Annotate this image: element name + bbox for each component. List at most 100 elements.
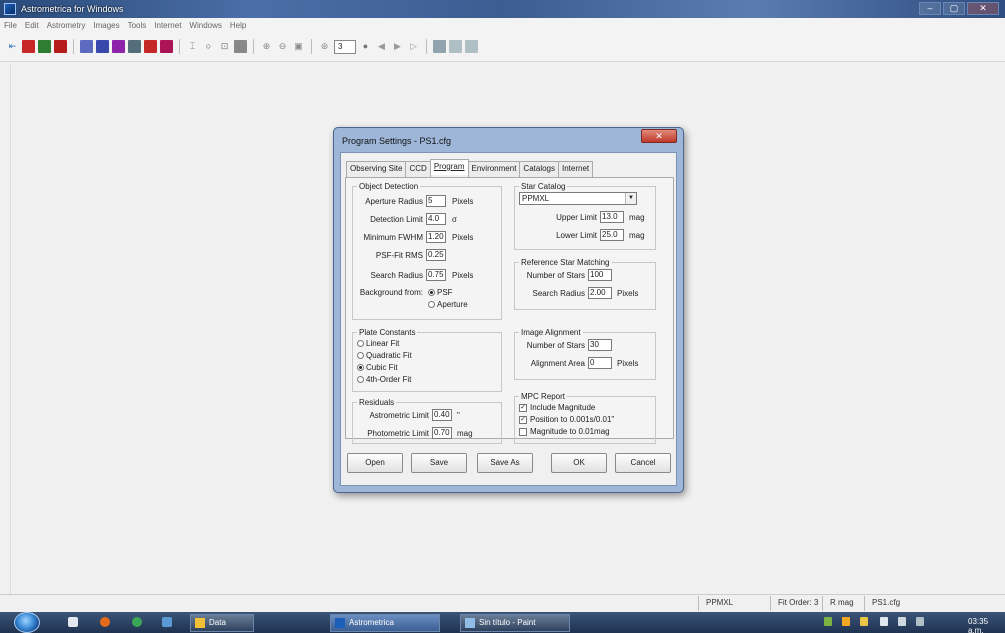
detection-limit-input[interactable]: 4.0 bbox=[426, 213, 446, 225]
maximize-button[interactable]: ▢ bbox=[943, 2, 965, 15]
load-images-icon[interactable] bbox=[22, 40, 35, 53]
menu-astrometry[interactable]: Astrometry bbox=[47, 21, 86, 30]
arrange-icon[interactable] bbox=[465, 40, 478, 53]
volume-icon[interactable] bbox=[916, 617, 924, 626]
cursor-icon[interactable]: ⌶ bbox=[186, 40, 199, 53]
upper-limit-unit: mag bbox=[629, 213, 645, 222]
tab-internet[interactable]: Internet bbox=[558, 161, 594, 177]
menu-help[interactable]: Help bbox=[230, 21, 246, 30]
radio-indicator bbox=[357, 352, 364, 359]
astrometric-limit-input[interactable]: 0.40 bbox=[432, 409, 452, 421]
search-radius-unit: Pixels bbox=[452, 271, 474, 280]
alignment-number-of-stars-label: Number of Stars bbox=[526, 341, 585, 350]
menu-file[interactable]: File bbox=[4, 21, 17, 30]
explorer-icon[interactable] bbox=[68, 617, 78, 627]
search-radius-input[interactable]: 0.75 bbox=[426, 269, 446, 281]
menu-images[interactable]: Images bbox=[93, 21, 119, 30]
reference-search-radius-input[interactable]: 2.00 bbox=[588, 287, 612, 299]
tile-icon[interactable] bbox=[433, 40, 446, 53]
stack-icon[interactable]: ⊛ bbox=[318, 40, 331, 53]
task-data[interactable]: Data bbox=[190, 614, 254, 632]
save-as-button[interactable]: Save As bbox=[477, 453, 533, 473]
zoom-in-icon[interactable]: ⊕ bbox=[260, 40, 273, 53]
ruler-icon[interactable]: ⊡ bbox=[218, 40, 231, 53]
tray-paint-icon[interactable] bbox=[842, 617, 850, 626]
window-icon[interactable] bbox=[80, 40, 93, 53]
fit-icon[interactable]: ▣ bbox=[292, 40, 305, 53]
cancel-button[interactable]: Cancel bbox=[615, 453, 671, 473]
minimize-button[interactable]: – bbox=[919, 2, 941, 15]
chrome-icon[interactable] bbox=[132, 617, 142, 627]
stars-icon[interactable] bbox=[144, 40, 157, 53]
checkbox-empty bbox=[519, 427, 527, 436]
status-config: PS1.cfg bbox=[872, 598, 901, 607]
task-paint[interactable]: Sin título - Paint bbox=[460, 614, 570, 632]
tab-environment[interactable]: Environment bbox=[467, 161, 521, 177]
status-fit-order: Fit Order: 3 bbox=[778, 598, 819, 607]
menu-edit[interactable]: Edit bbox=[25, 21, 39, 30]
star-catalog-select[interactable]: PPMXL ▼ bbox=[519, 192, 637, 205]
grid-icon[interactable] bbox=[234, 40, 247, 53]
load-flat-icon[interactable] bbox=[54, 40, 67, 53]
cascade-icon[interactable] bbox=[449, 40, 462, 53]
mpc-report-group: MPC Report ✓ Include Magnitude ✓ Position … bbox=[514, 392, 656, 444]
radio-indicator bbox=[428, 289, 435, 296]
radio-indicator bbox=[428, 301, 435, 308]
data-reduction-icon[interactable] bbox=[128, 40, 141, 53]
aperture-radius-input[interactable]: 5 bbox=[426, 195, 446, 207]
linear-fit-radio[interactable]: Linear Fit bbox=[357, 339, 399, 348]
open-button[interactable]: Open bbox=[347, 453, 403, 473]
moving-objects-icon[interactable] bbox=[160, 40, 173, 53]
play-icon[interactable]: ▷ bbox=[407, 40, 420, 53]
menu-internet[interactable]: Internet bbox=[154, 21, 181, 30]
task-astrometrica[interactable]: Astrometrica bbox=[330, 614, 440, 632]
save-button[interactable]: Save bbox=[411, 453, 467, 473]
tab-program[interactable]: Program bbox=[429, 159, 469, 175]
zoom-out-icon[interactable]: ⊖ bbox=[276, 40, 289, 53]
tab-catalogs[interactable]: Catalogs bbox=[519, 161, 559, 177]
track-icon[interactable] bbox=[112, 40, 125, 53]
position-precision-checkbox[interactable]: ✓ Position to 0.001s/0.01" bbox=[519, 415, 614, 424]
chevron-down-icon[interactable]: ▼ bbox=[625, 193, 636, 204]
psf-fit-rms-input[interactable]: 0.25 bbox=[426, 249, 446, 261]
cubic-fit-radio[interactable]: Cubic Fit bbox=[357, 363, 398, 372]
clock[interactable]: 03:35 a.m. bbox=[968, 617, 1005, 633]
signal-icon[interactable] bbox=[898, 617, 906, 626]
alignment-number-of-stars-input[interactable]: 30 bbox=[588, 339, 612, 351]
circle-icon[interactable]: ○ bbox=[202, 40, 215, 53]
load-dark-icon[interactable] bbox=[38, 40, 51, 53]
step-back-icon[interactable]: ◀ bbox=[375, 40, 388, 53]
fourth-order-fit-radio[interactable]: 4th-Order Fit bbox=[357, 375, 411, 384]
include-magnitude-checkbox[interactable]: ✓ Include Magnitude bbox=[519, 403, 595, 412]
tray-flag-icon[interactable] bbox=[860, 617, 868, 626]
tab-observing-site[interactable]: Observing Site bbox=[346, 161, 407, 177]
tab-ccd[interactable]: CCD bbox=[405, 161, 431, 177]
start-button[interactable] bbox=[14, 612, 40, 633]
object-detection-group: Object Detection Aperture Radius 5 Pixel… bbox=[352, 182, 502, 320]
exit-icon[interactable]: ⇤ bbox=[6, 40, 19, 53]
dialog-close-button[interactable]: ✕ bbox=[641, 129, 677, 143]
minimum-fwhm-input[interactable]: 1.20 bbox=[426, 231, 446, 243]
firefox-icon[interactable] bbox=[100, 617, 110, 627]
background-psf-radio[interactable]: PSF bbox=[428, 288, 453, 297]
photometric-limit-input[interactable]: 0.70 bbox=[432, 427, 452, 439]
reference-number-of-stars-input[interactable]: 100 bbox=[588, 269, 612, 281]
menu-tools[interactable]: Tools bbox=[128, 21, 147, 30]
alignment-area-input[interactable]: 0 bbox=[588, 357, 612, 369]
upper-limit-input[interactable]: 13.0 bbox=[600, 211, 624, 223]
menu-windows[interactable]: Windows bbox=[189, 21, 221, 30]
quadratic-fit-radio[interactable]: Quadratic Fit bbox=[357, 351, 412, 360]
close-button[interactable]: ✕ bbox=[967, 2, 999, 15]
background-aperture-radio[interactable]: Aperture bbox=[428, 300, 468, 309]
blink-icon[interactable] bbox=[96, 40, 109, 53]
lower-limit-input[interactable]: 25.0 bbox=[600, 229, 624, 241]
network-icon[interactable] bbox=[162, 617, 172, 627]
tray-device-icon[interactable] bbox=[880, 617, 888, 626]
tray-app-icon[interactable] bbox=[824, 617, 832, 626]
frame-spin-input[interactable]: 3 bbox=[334, 39, 356, 54]
record-icon[interactable]: ● bbox=[359, 40, 372, 53]
status-divider bbox=[822, 596, 823, 611]
ok-button[interactable]: OK bbox=[551, 453, 607, 473]
magnitude-precision-checkbox[interactable]: Magnitude to 0.01mag bbox=[519, 427, 610, 436]
step-forward-icon[interactable]: ▶ bbox=[391, 40, 404, 53]
